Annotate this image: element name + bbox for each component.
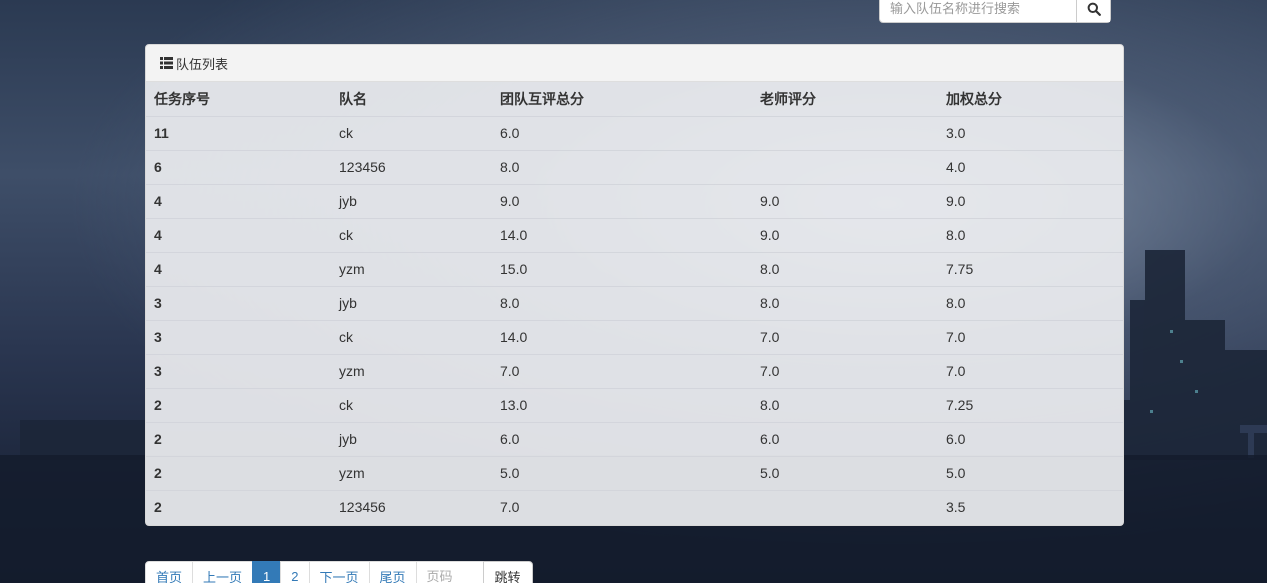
cell-weighted-score: 6.0	[938, 421, 1123, 456]
cell-task-no: 6	[146, 149, 331, 184]
cell-teacher-score: 6.0	[752, 421, 938, 456]
table-row: 2 123456 7.0 3.5	[146, 489, 1123, 524]
column-header-weighted-score: 加权总分	[946, 90, 1002, 107]
cell-weighted-score: 3.5	[938, 489, 1123, 524]
cell-team-name: jyb	[331, 421, 492, 456]
cell-peer-score: 14.0	[492, 319, 752, 354]
first-page-link[interactable]: 首页	[145, 561, 194, 583]
cell-weighted-score: 9.0	[938, 183, 1123, 218]
table-row: 2 jyb 6.0 6.0 6.0	[146, 421, 1123, 456]
cell-task-no: 4	[146, 183, 331, 218]
cell-peer-score: 13.0	[492, 387, 752, 422]
cell-weighted-score: 4.0	[938, 149, 1123, 184]
cell-peer-score: 7.0	[492, 353, 752, 388]
table-row: 4 yzm 15.0 8.0 7.75	[146, 251, 1123, 286]
team-table: 任务序号 队名 团队互评总分 老师评分 加权总分 11 ck 6.0 3.0 6 1234…	[146, 82, 1123, 524]
cell-teacher-score	[752, 115, 938, 150]
search-button[interactable]	[1076, 0, 1110, 22]
cell-team-name: 123456	[331, 489, 492, 524]
cell-team-name: ck	[331, 319, 492, 354]
cell-peer-score: 6.0	[492, 115, 752, 150]
cell-team-name: jyb	[331, 285, 492, 320]
cell-peer-score: 8.0	[492, 149, 752, 184]
cell-task-no: 4	[146, 251, 331, 286]
cell-teacher-score: 8.0	[752, 387, 938, 422]
search-icon	[1087, 2, 1101, 16]
search-bar	[879, 0, 1111, 23]
cell-task-no: 2	[146, 421, 331, 456]
column-header-teacher-score: 老师评分	[760, 90, 816, 107]
cell-task-no: 3	[146, 353, 331, 388]
cell-peer-score: 7.0	[492, 489, 752, 524]
team-list-panel: 队伍列表 任务序号 队名 团队互评总分 老师评分 加权总分 11 ck 6.0 3.0…	[145, 44, 1124, 526]
table-row: 4 jyb 9.0 9.0 9.0	[146, 183, 1123, 218]
cell-weighted-score: 7.25	[938, 387, 1123, 422]
panel-heading: 队伍列表	[146, 45, 1123, 82]
cell-peer-score: 5.0	[492, 455, 752, 490]
cell-weighted-score: 8.0	[938, 285, 1123, 320]
column-header-peer-score: 团队互评总分	[500, 90, 584, 107]
prev-page-link[interactable]: 上一页	[192, 561, 254, 583]
cell-task-no: 3	[146, 319, 331, 354]
cell-peer-score: 9.0	[492, 183, 752, 218]
table-row: 2 yzm 5.0 5.0 5.0	[146, 455, 1123, 490]
pagination: 首页 上一页 1 2 下一页 尾页 跳转	[145, 561, 533, 583]
cell-weighted-score: 7.75	[938, 251, 1123, 286]
page-number-input[interactable]	[415, 561, 484, 583]
table-header-row: 任务序号 队名 团队互评总分 老师评分 加权总分	[146, 82, 1123, 116]
cell-peer-score: 14.0	[492, 217, 752, 252]
cell-weighted-score: 7.0	[938, 319, 1123, 354]
cell-teacher-score	[752, 489, 938, 524]
cell-teacher-score: 9.0	[752, 217, 938, 252]
cell-teacher-score: 8.0	[752, 285, 938, 320]
cell-team-name: ck	[331, 217, 492, 252]
cell-teacher-score: 5.0	[752, 455, 938, 490]
cell-team-name: 123456	[331, 149, 492, 184]
cell-peer-score: 8.0	[492, 285, 752, 320]
cell-task-no: 2	[146, 489, 331, 524]
list-icon	[160, 57, 173, 69]
cell-task-no: 2	[146, 455, 331, 490]
cell-teacher-score	[752, 149, 938, 184]
page-link-1[interactable]: 1	[252, 561, 282, 583]
last-page-link[interactable]: 尾页	[368, 561, 417, 583]
cell-weighted-score: 8.0	[938, 217, 1123, 252]
table-row: 4 ck 14.0 9.0 8.0	[146, 217, 1123, 252]
cell-team-name: yzm	[331, 251, 492, 286]
cell-peer-score: 6.0	[492, 421, 752, 456]
column-header-task-no: 任务序号	[154, 90, 210, 107]
cell-team-name: yzm	[331, 353, 492, 388]
cell-team-name: yzm	[331, 455, 492, 490]
table-row: 11 ck 6.0 3.0	[146, 115, 1123, 150]
table-row: 6 123456 8.0 4.0	[146, 149, 1123, 184]
next-page-link[interactable]: 下一页	[308, 561, 370, 583]
cell-weighted-score: 5.0	[938, 455, 1123, 490]
table-row: 3 yzm 7.0 7.0 7.0	[146, 353, 1123, 388]
panel-title: 队伍列表	[176, 56, 229, 72]
cell-teacher-score: 8.0	[752, 251, 938, 286]
table-row: 2 ck 13.0 8.0 7.25	[146, 387, 1123, 422]
jump-button[interactable]: 跳转	[482, 561, 533, 583]
cell-team-name: ck	[331, 387, 492, 422]
cell-weighted-score: 3.0	[938, 115, 1123, 150]
table-row: 3 ck 14.0 7.0 7.0	[146, 319, 1123, 354]
cell-team-name: jyb	[331, 183, 492, 218]
cell-task-no: 3	[146, 285, 331, 320]
cell-task-no: 2	[146, 387, 331, 422]
cell-teacher-score: 7.0	[752, 353, 938, 388]
cell-teacher-score: 7.0	[752, 319, 938, 354]
search-input[interactable]	[880, 0, 1076, 22]
page-link-2[interactable]: 2	[280, 561, 310, 583]
cell-teacher-score: 9.0	[752, 183, 938, 218]
column-header-team-name: 队名	[339, 90, 367, 107]
cell-team-name: ck	[331, 115, 492, 150]
cell-task-no: 4	[146, 217, 331, 252]
cell-weighted-score: 7.0	[938, 353, 1123, 388]
cell-task-no: 11	[146, 115, 331, 150]
cell-peer-score: 15.0	[492, 251, 752, 286]
table-row: 3 jyb 8.0 8.0 8.0	[146, 285, 1123, 320]
